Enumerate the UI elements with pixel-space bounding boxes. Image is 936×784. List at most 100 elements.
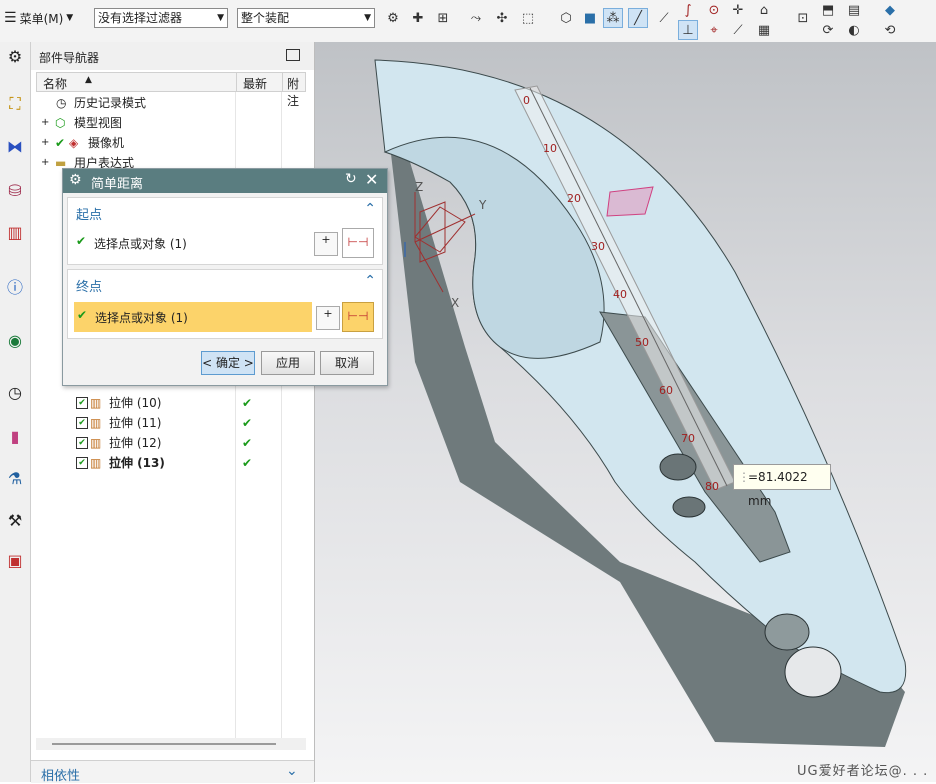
column-latest[interactable]: 最新 bbox=[243, 75, 267, 92]
tree-row-camera[interactable]: + ✔ ◈ 摄像机 bbox=[41, 133, 301, 153]
sort-ascending-icon: ▲ bbox=[85, 75, 92, 85]
feature-row-extrude-10[interactable]: ✔ ▥ 拉伸 (10) ✔ bbox=[66, 393, 306, 413]
line-icon[interactable]: ╱ bbox=[628, 8, 648, 28]
point-dialog-icon[interactable]: + bbox=[314, 232, 338, 256]
selection-filter-select[interactable]: 没有选择过滤器 ▼ bbox=[94, 8, 228, 28]
rectangle-select-icon[interactable]: ⬚ bbox=[518, 8, 538, 28]
chevron-down-icon[interactable]: ⌄ bbox=[286, 763, 298, 779]
menu-button[interactable]: ☰ 菜单(M) ▼ bbox=[4, 8, 73, 28]
axis-x-label: X bbox=[451, 296, 460, 310]
snap-icon[interactable]: ✚ bbox=[408, 8, 428, 28]
label-icon[interactable]: ⌂ bbox=[754, 0, 774, 20]
gear-icon: ⚙ bbox=[69, 172, 82, 188]
system-materials-icon[interactable]: ⚗ bbox=[3, 466, 27, 490]
graphics-viewport[interactable]: 0 10 20 30 40 50 60 70 80 Z Y X UG爱好者论坛@… bbox=[315, 42, 936, 782]
latest-check: ✔ bbox=[242, 416, 253, 430]
end-point-section: 终点 ⌃ ✔ 选择点或对象 (1) + ⊢⊣ bbox=[67, 269, 383, 339]
extrude-icon: ▥ bbox=[90, 396, 102, 410]
chevron-up-icon[interactable]: ⌃ bbox=[364, 273, 376, 289]
close-icon[interactable]: ✕ bbox=[365, 170, 378, 189]
latest-check: ✔ bbox=[242, 456, 253, 470]
top-toolbar: ☰ 菜单(M) ▼ 没有选择过滤器 ▼ 整个装配 ▼ ⚙ ✚ ⊞ ⤳ ✣ ⬚ ⬡ ■… bbox=[0, 0, 936, 43]
feature-row-extrude-12[interactable]: ✔ ▥ 拉伸 (12) ✔ bbox=[66, 433, 306, 453]
watermark: UG爱好者论坛@. . . bbox=[797, 764, 929, 779]
point-dialog-icon[interactable]: + bbox=[316, 306, 340, 330]
visibility-checkbox[interactable]: ✔ bbox=[76, 437, 88, 449]
rotate-icon[interactable]: ⟳ bbox=[818, 20, 838, 40]
horizontal-scrollbar[interactable] bbox=[36, 738, 306, 750]
apply-button[interactable]: 应用 bbox=[261, 351, 315, 375]
quadrant-icon[interactable]: ⌖ bbox=[704, 20, 724, 40]
visibility-checkbox[interactable]: ✔ bbox=[76, 397, 88, 409]
expand-plus-icon[interactable]: + bbox=[41, 113, 49, 133]
boss-notch bbox=[764, 613, 810, 651]
history-clock-icon[interactable]: ◷ bbox=[3, 380, 27, 404]
ruler-tick-label: 10 bbox=[543, 142, 557, 155]
zoom-icon[interactable]: ⬒ bbox=[818, 0, 838, 20]
shading-icon[interactable]: ◐ bbox=[844, 20, 864, 40]
inferred-point-icon[interactable]: ⊢⊣ bbox=[342, 228, 374, 258]
ruler-tick-label: 70 bbox=[681, 432, 695, 445]
end-select-row[interactable]: ✔ 选择点或对象 (1) bbox=[74, 302, 312, 332]
tree-row-model-views[interactable]: + ⬡ 模型视图 bbox=[41, 113, 301, 133]
cube-icon[interactable]: ■ bbox=[580, 8, 600, 28]
circle-center-icon[interactable]: ⊙ bbox=[704, 0, 724, 20]
render-style-icon[interactable]: ◆ bbox=[880, 0, 900, 20]
column-name[interactable]: 名称 bbox=[43, 75, 67, 92]
gear-icon[interactable]: ⚙ bbox=[3, 44, 27, 68]
feature-row-extrude-11[interactable]: ✔ ▥ 拉伸 (11) ✔ bbox=[66, 413, 306, 433]
maximize-icon[interactable] bbox=[286, 49, 300, 61]
tree-label: 摄像机 bbox=[88, 136, 125, 150]
assembly-scope-select[interactable]: 整个装配 ▼ bbox=[237, 8, 375, 28]
chevron-down-icon: ▼ bbox=[217, 13, 224, 23]
cube-outline-icon[interactable]: ⬡ bbox=[556, 8, 576, 28]
assembly-navigator-icon[interactable]: ⛶ bbox=[3, 92, 27, 116]
web-browser-icon[interactable]: ◉ bbox=[3, 328, 27, 352]
visualization-icon[interactable]: ▮ bbox=[3, 424, 27, 448]
tree-row-history[interactable]: ◷ 历史记录模式 bbox=[41, 93, 301, 113]
curve-icon[interactable]: ∫ bbox=[678, 0, 698, 20]
chevron-up-icon[interactable]: ⌃ bbox=[364, 201, 376, 217]
ruler-tick-label: 30 bbox=[591, 240, 605, 253]
process-studio-icon[interactable]: ⚒ bbox=[3, 508, 27, 532]
ruler-tick-label: 0 bbox=[523, 94, 530, 107]
roles-icon[interactable]: ▣ bbox=[3, 548, 27, 572]
grid-icon[interactable]: ▦ bbox=[754, 20, 774, 40]
ok-button[interactable]: < 确定 > bbox=[201, 351, 255, 375]
feature-row-extrude-13[interactable]: ✔ ▥ 拉伸 (13) ✔ bbox=[66, 453, 306, 473]
inferred-point-icon[interactable]: ⊢⊣ bbox=[342, 302, 374, 332]
navigator-titlebar: 部件导航器 bbox=[31, 42, 314, 70]
reuse-library-icon[interactable]: ▥ bbox=[3, 220, 27, 244]
crosshair-icon[interactable]: ✛ bbox=[728, 0, 748, 20]
visibility-checkbox[interactable]: ✔ bbox=[76, 417, 88, 429]
line-end-icon[interactable]: ⟋ bbox=[654, 8, 674, 28]
reset-icon[interactable]: ↻ bbox=[345, 171, 357, 187]
section-title[interactable]: 终点 bbox=[76, 276, 102, 295]
select-intent-icon[interactable]: ✣ bbox=[492, 8, 512, 28]
scrollbar-thumb[interactable] bbox=[52, 743, 276, 745]
expand-plus-icon[interactable]: + bbox=[41, 133, 49, 153]
part-navigator-icon[interactable]: ⛁ bbox=[3, 178, 27, 202]
expand-plus-icon[interactable]: + bbox=[41, 153, 49, 173]
visibility-checkbox[interactable]: ✔ bbox=[76, 457, 88, 469]
info-icon[interactable]: ⓘ bbox=[3, 274, 27, 298]
fit-view-icon[interactable]: ⊡ bbox=[793, 8, 813, 28]
perpendicular-icon[interactable]: ⊥ bbox=[678, 20, 698, 40]
point-on-curve-icon[interactable]: ⟋ bbox=[728, 20, 748, 40]
snap-points-icon[interactable]: ⁂ bbox=[603, 8, 623, 28]
dimension-icon[interactable]: ⤳ bbox=[466, 8, 486, 28]
checkmark-icon: ✔ bbox=[55, 136, 66, 150]
selection-options-icon[interactable]: ⚙ bbox=[383, 8, 403, 28]
view-orient-icon[interactable]: ⟲ bbox=[880, 20, 900, 40]
checkmark-icon: ✔ bbox=[77, 308, 88, 322]
section-title[interactable]: 起点 bbox=[76, 204, 102, 223]
layout-icon[interactable]: ▤ bbox=[844, 0, 864, 20]
menu-icon: ☰ bbox=[4, 10, 17, 26]
cancel-button[interactable]: 取消 bbox=[320, 351, 374, 375]
dependency-label: 相依性 bbox=[41, 769, 81, 784]
point-snap-icon[interactable]: ⊞ bbox=[433, 8, 453, 28]
feature-label: 拉伸 (12) bbox=[109, 436, 162, 450]
start-select-row[interactable]: ✔ 选择点或对象 (1) bbox=[76, 232, 306, 254]
constraint-navigator-icon[interactable]: ⧓ bbox=[3, 134, 27, 158]
dependency-panel-header[interactable]: 相依性 ⌄ bbox=[31, 760, 314, 784]
